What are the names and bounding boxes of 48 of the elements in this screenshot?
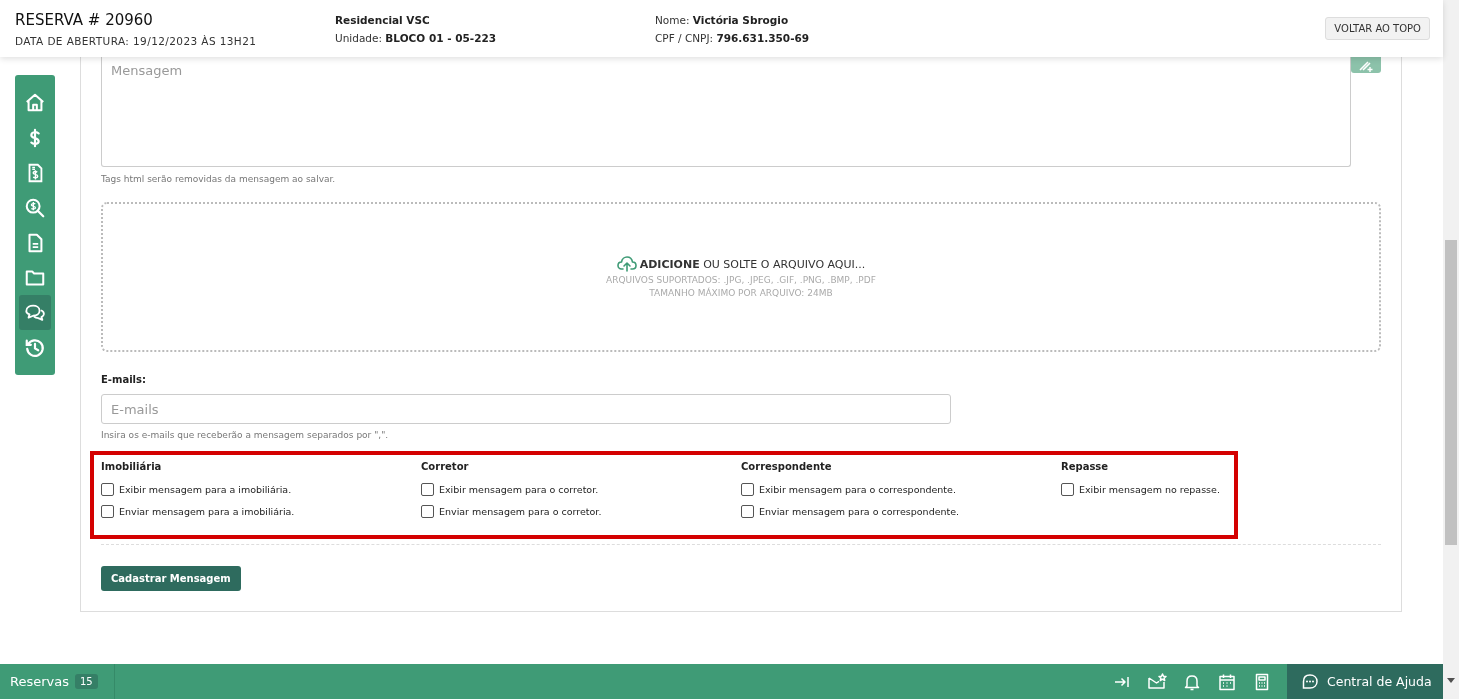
checkbox-label: Exibir mensagem no repasse. [1079, 484, 1220, 495]
emails-field[interactable]: E-mails [101, 394, 951, 424]
checkbox[interactable] [101, 505, 114, 518]
unit-text: Unidade: BLOCO 01 - 05-223 [335, 31, 498, 44]
group-title: Correspondente [741, 461, 833, 472]
wand-button[interactable] [1351, 57, 1381, 73]
checkbox[interactable] [741, 483, 754, 496]
scrollbar-thumb[interactable] [1445, 240, 1457, 545]
message-field[interactable]: Mensagem [101, 57, 1351, 167]
opening-date: DATA DE ABERTURA: 19/12/2023 ÀS 13H21 [15, 34, 258, 47]
home-icon [24, 91, 46, 114]
supported-formats: ARQUIVOS SUPORTADOS: .JPG, .JPEG, .GIF, .PNG, .BMP, .PDF [606, 275, 876, 285]
checkbox-label: Exibir mensagem para a imobiliária. [119, 484, 292, 495]
checkbox-label: Exibir mensagem para o corretor. [439, 484, 599, 495]
group-title: Imobiliária [101, 461, 163, 472]
section-label[interactable]: Reservas [10, 674, 69, 689]
help-center-button[interactable]: Central de Ajuda [1287, 664, 1443, 699]
scroll-down-arrow-icon[interactable] [1447, 678, 1455, 684]
checkbox[interactable] [421, 483, 434, 496]
nav-item[interactable] [19, 295, 51, 330]
max-file-size: TAMANHO MÁXIMO POR ARQUIVO: 24MB [649, 288, 833, 298]
money-search-icon [24, 196, 46, 219]
chat-bubble-icon [1301, 672, 1319, 691]
checkbox-label: Enviar mensagem para o corretor. [439, 506, 602, 517]
client-name: Nome: Victória Sbrogio [655, 13, 790, 26]
checkbox[interactable] [421, 505, 434, 518]
checkbox[interactable] [1061, 483, 1074, 496]
upload-instruction: ADICIONE OU SOLTE O ARQUIVO AQUI... [639, 257, 866, 271]
checkbox[interactable] [101, 483, 114, 496]
checkbox-label: Enviar mensagem para o correspondente. [759, 506, 960, 517]
project-name: Residencial VSC [335, 13, 431, 26]
checkbox-label: Enviar mensagem para a imobiliária. [119, 506, 295, 517]
submit-button[interactable]: Cadastrar Mensagem [101, 566, 241, 591]
reservation-title: RESERVA # 20960 [15, 10, 154, 29]
cloud-upload-icon [616, 256, 637, 272]
group-title: Repasse [1061, 461, 1110, 472]
mail-star-icon[interactable] [1147, 671, 1167, 692]
checkbox-label: Exibir mensagem para o correspondente. [759, 484, 956, 495]
emails-hint: Insira os e-mails que receberão a mensagem separados por ",". [101, 430, 390, 440]
group-title: Corretor [421, 461, 470, 472]
message-hint: Tags html serão removidas da mensagem ao salvar. [101, 174, 337, 184]
checkbox[interactable] [741, 505, 754, 518]
back-to-top-button[interactable]: VOLTAR AO TOPO [1325, 17, 1430, 40]
upload-dropzone[interactable]: ADICIONE OU SOLTE O ARQUIVO AQUI... ARQUIVOS SUPORTADOS: .JPG, .JPEG, .GIF, .PNG, .BMP, .PDF TAMANHO MÁXIMO POR ARQUIVO: 24MB [101, 202, 1381, 352]
count-badge: 15 [75, 674, 98, 689]
client-document: CPF / CNPJ: 796.631.350-69 [655, 31, 811, 44]
history-icon [24, 336, 46, 359]
emails-label: E-mails: [101, 374, 147, 385]
